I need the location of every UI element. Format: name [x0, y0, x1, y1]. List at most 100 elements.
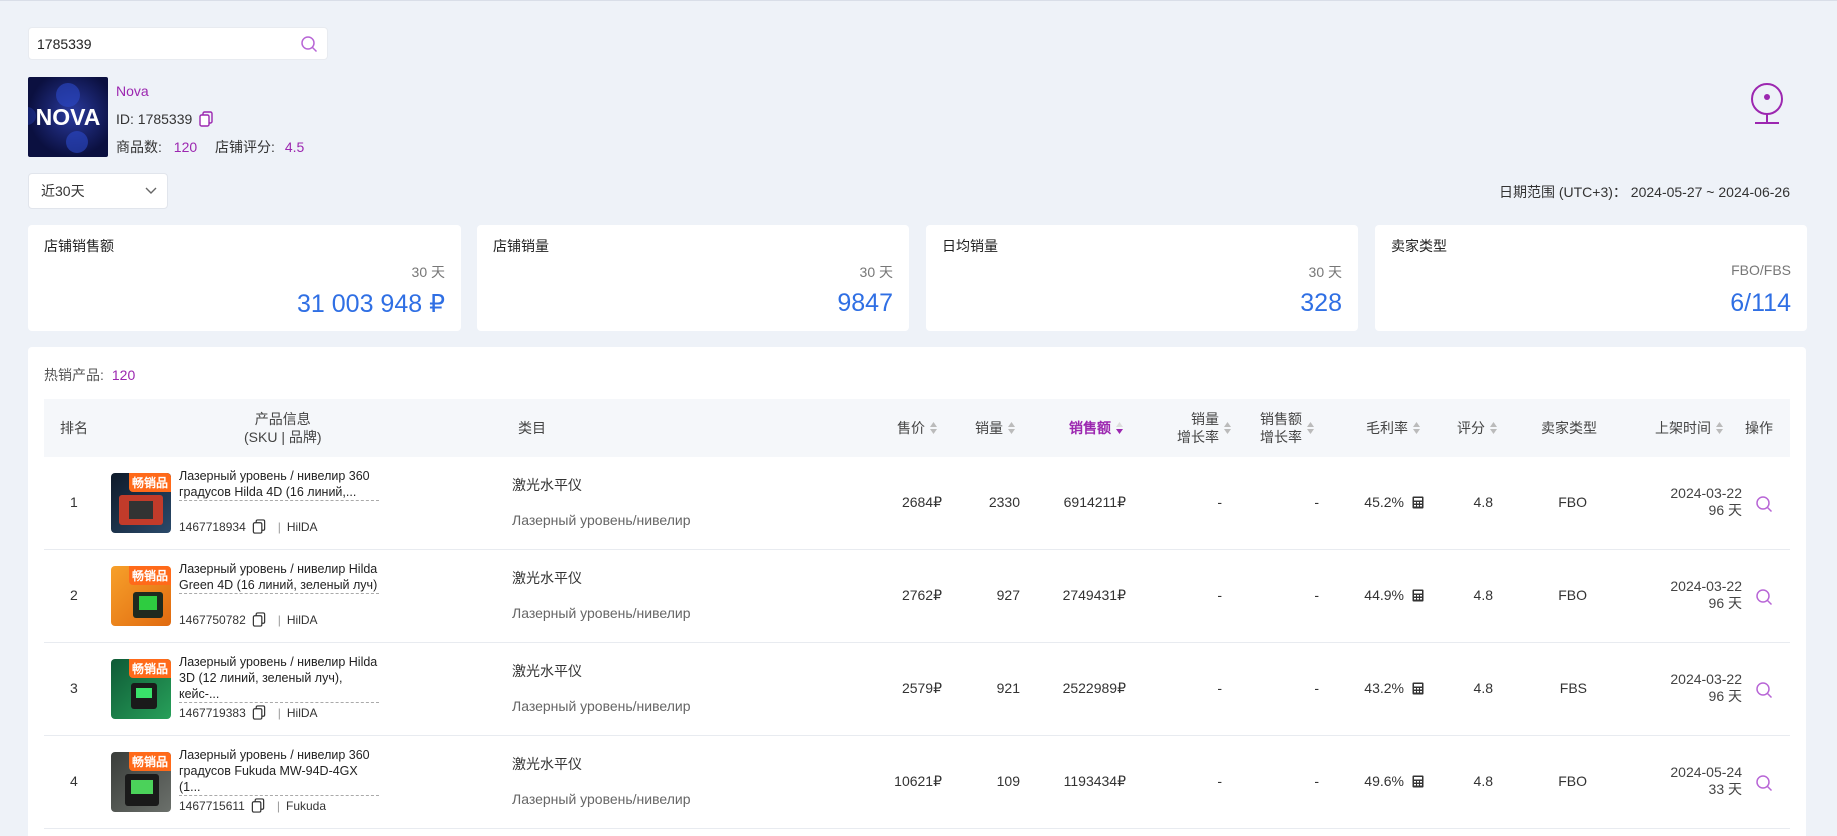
copy-icon[interactable] [251, 798, 265, 813]
listed-days: 96 天 [1708, 688, 1742, 704]
col-listed[interactable]: 上架时间 [1655, 399, 1724, 457]
calculator-icon[interactable] [1412, 589, 1424, 602]
col-margin[interactable]: 毛利率 [1366, 399, 1421, 457]
bestseller-badge: 畅销品 [128, 473, 171, 492]
product-image[interactable]: 畅销品 [111, 659, 171, 719]
sort-desc-icon[interactable] [1115, 421, 1124, 435]
product-image[interactable]: 畅销品 [111, 566, 171, 626]
sort-icon[interactable] [1412, 421, 1421, 435]
product-meta: 1467750782 | HilDA [179, 612, 318, 627]
sales: 2330 [988, 494, 1020, 510]
calculator-icon[interactable] [1412, 775, 1424, 788]
shop-name[interactable]: Nova [116, 77, 304, 105]
product-name[interactable]: Лазерный уровень / нивелир Hilda 3D (12 … [179, 654, 379, 703]
col-product-sub: (SKU | 品牌) [244, 429, 322, 445]
copy-icon[interactable] [252, 705, 266, 720]
col-rev-growth-l2: 增长率 [1260, 429, 1302, 445]
hot-products-label: 热销产品: 120 [44, 365, 135, 385]
product-name[interactable]: Лазерный уровень / нивелир 360 градусов … [179, 747, 379, 796]
stat-period: 30 天 [411, 264, 445, 280]
product-image[interactable]: 畅销品 [111, 752, 171, 812]
product-name[interactable]: Лазерный уровень / нивелир 360 градусов … [179, 468, 379, 501]
shop-logo-text: NOVA [35, 103, 101, 130]
sales: 927 [996, 587, 1020, 603]
search-icon[interactable] [299, 34, 319, 54]
shop-id: ID: 1785339 [116, 111, 193, 127]
product-sku: 1467715611 [179, 798, 245, 813]
revenue: 6914211₽ [1063, 494, 1126, 510]
sort-icon[interactable] [1489, 421, 1498, 435]
category-ru: Лазерный уровень/нивелир [512, 512, 691, 528]
revenue-growth: - [1314, 773, 1319, 789]
col-sales[interactable]: 销量 [975, 399, 1016, 457]
search-input[interactable] [37, 35, 299, 52]
product-image[interactable]: 畅销品 [111, 473, 171, 533]
col-sales-growth-l2: 增长率 [1177, 429, 1219, 445]
col-revenue[interactable]: 销售额 [1069, 399, 1124, 457]
rank: 3 [70, 680, 78, 696]
search-icon[interactable] [1754, 773, 1774, 793]
margin-cell: 43.2% [1364, 680, 1424, 696]
stat-period: FBO/FBS [1731, 262, 1791, 278]
product-brand[interactable]: HilDA [287, 613, 318, 627]
listed-date-value: 2024-03-22 [1670, 671, 1742, 687]
sales-growth: - [1217, 494, 1222, 510]
products-label: 商品数: [116, 139, 162, 155]
col-sales-growth[interactable]: 销量 增长率 [1177, 399, 1232, 457]
sort-icon[interactable] [1007, 421, 1016, 435]
col-category: 类目 [518, 420, 546, 436]
col-rank: 排名 [60, 420, 88, 436]
stat-card-seller-type: 卖家类型 FBO/FBS 6/114 [1375, 225, 1807, 331]
sort-icon[interactable] [1306, 421, 1315, 435]
product-brand[interactable]: HilDA [287, 520, 318, 534]
search-box[interactable] [28, 27, 328, 60]
sort-icon[interactable] [929, 421, 938, 435]
category-cn: 激光水平仪 [512, 477, 582, 493]
table-row: 3 畅销品 Лазерный уровень / нивелир Hilda 3… [44, 643, 1790, 736]
col-product: 产品信息 (SKU | 品牌) [244, 399, 322, 457]
revenue: 1193434₽ [1063, 773, 1126, 789]
sort-icon[interactable] [1715, 421, 1724, 435]
stat-value: 6/114 [1730, 289, 1791, 317]
copy-icon[interactable] [199, 111, 213, 127]
bestseller-badge: 畅销品 [128, 566, 171, 585]
col-price[interactable]: 售价 [897, 399, 938, 457]
listed-date: 2024-05-24 33 天 [1670, 764, 1742, 798]
range-value: 近30天 [41, 183, 85, 199]
rating-label: 店铺评分: [215, 139, 275, 155]
rating: 4.8 [1473, 587, 1493, 603]
search-icon[interactable] [1754, 494, 1774, 514]
divider: | [277, 519, 281, 534]
listed-date-value: 2024-03-22 [1670, 578, 1742, 594]
hot-products-panel: 热销产品: 120 排名 产品信息 (SKU | 品牌) 类目 售价 销量 销售额… [28, 347, 1806, 836]
location-pin-icon[interactable] [1747, 81, 1787, 125]
margin-cell: 49.6% [1364, 773, 1424, 789]
col-action: 操作 [1745, 420, 1773, 436]
rank: 2 [70, 587, 78, 603]
hot-products-title: 热销产品: [44, 367, 104, 383]
stat-card-revenue: 店铺销售额 30 天 31 003 948 ₽ [28, 225, 461, 331]
stat-value: 328 [1300, 289, 1342, 317]
listed-date-value: 2024-03-22 [1670, 485, 1742, 501]
col-rev-growth[interactable]: 销售额 增长率 [1260, 399, 1315, 457]
copy-icon[interactable] [252, 612, 266, 627]
search-icon[interactable] [1754, 680, 1774, 700]
product-name[interactable]: Лазерный уровень / нивелир Hilda Green 4… [179, 561, 379, 594]
search-icon[interactable] [1754, 587, 1774, 607]
margin: 44.9% [1364, 587, 1404, 603]
calculator-icon[interactable] [1412, 496, 1424, 509]
calculator-icon[interactable] [1412, 682, 1424, 695]
category-cn: 激光水平仪 [512, 756, 582, 772]
product-brand[interactable]: HilDA [287, 706, 318, 720]
col-rating-label: 评分 [1457, 420, 1485, 436]
sort-icon[interactable] [1223, 421, 1232, 435]
product-brand[interactable]: Fukuda [286, 799, 326, 813]
col-rating[interactable]: 评分 [1457, 399, 1498, 457]
date-range-select[interactable]: 近30天 [28, 173, 168, 209]
price: 10621₽ [894, 773, 942, 789]
col-rev-growth-l1: 销售额 [1260, 411, 1302, 427]
listed-date-value: 2024-05-24 [1670, 764, 1742, 780]
copy-icon[interactable] [252, 519, 266, 534]
bestseller-badge: 畅销品 [128, 752, 171, 771]
seller-type: FBO [1558, 494, 1587, 510]
